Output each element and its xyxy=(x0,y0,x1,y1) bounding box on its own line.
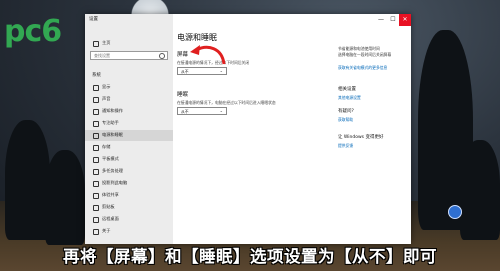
background-figure-right-2 xyxy=(460,140,500,240)
sidebar-item-display[interactable]: 显示 xyxy=(85,82,173,93)
sidebar-item-tablet[interactable]: 平板模式 xyxy=(85,154,173,165)
feedback-heading: 让 Windows 变得更好 xyxy=(338,135,384,140)
subtitle-caption: 再将【屏幕】和【睡眠】选项设置为【从不】即可 xyxy=(63,247,437,266)
sidebar-item-clipboard[interactable]: 剪贴板 xyxy=(85,202,173,213)
sidebar-item-multitask[interactable]: 多任务处理 xyxy=(85,166,173,177)
moon-icon xyxy=(93,121,99,127)
red-arrow-annotation xyxy=(190,45,226,65)
chevron-down-icon: ⌄ xyxy=(219,68,223,73)
maximize-button[interactable]: ☐ xyxy=(387,14,399,26)
screen-heading: 屏幕 xyxy=(177,52,189,58)
sidebar-item-share[interactable]: 体验共享 xyxy=(85,190,173,201)
display-icon xyxy=(93,85,99,91)
power-icon xyxy=(93,133,99,139)
cursor-indicator xyxy=(448,205,462,219)
storage-icon xyxy=(93,145,99,151)
window-title: 设置 xyxy=(89,17,98,22)
additional-power-settings-link[interactable]: 其他电源设置 xyxy=(338,95,361,101)
power-mode-link[interactable]: 获取有关省电模式的更多信息 xyxy=(338,65,387,71)
sidebar-item-project[interactable]: 投影到此电脑 xyxy=(85,178,173,189)
home-icon xyxy=(93,41,99,47)
questions-heading: 有疑问? xyxy=(338,109,354,114)
multitask-icon xyxy=(93,169,99,175)
sidebar-item-remote[interactable]: 远程桌面 xyxy=(85,214,173,225)
sleep-timeout-dropdown[interactable]: 从不 ⌄ xyxy=(177,107,227,115)
sidebar-item-home[interactable]: 主页 xyxy=(85,38,173,49)
share-icon xyxy=(93,193,99,199)
tip-text-2: 选择电脑在一段时间后关闭屏幕 xyxy=(338,52,392,57)
give-feedback-link[interactable]: 提供反馈 xyxy=(338,143,353,149)
sound-icon xyxy=(93,97,99,103)
related-settings-heading: 相关设置 xyxy=(338,87,356,92)
sleep-heading: 睡眠 xyxy=(177,92,189,98)
background-figure-left xyxy=(5,120,50,240)
sidebar-item-sound[interactable]: 声音 xyxy=(85,94,173,105)
get-help-link[interactable]: 获取帮助 xyxy=(338,117,353,123)
minimize-button[interactable]: — xyxy=(375,14,387,26)
background-figure-left-2 xyxy=(45,150,85,245)
clipboard-icon xyxy=(93,205,99,211)
pc6-logo: pc6 xyxy=(4,14,62,49)
sidebar: 设置 主页 查找设置 系统 显示 声音 通知和操作 专注助手 电源和睡眠 存储 … xyxy=(85,14,173,244)
tablet-icon xyxy=(93,157,99,163)
settings-window: 设置 主页 查找设置 系统 显示 声音 通知和操作 专注助手 电源和睡眠 存储 … xyxy=(85,14,411,244)
remote-icon xyxy=(93,217,99,223)
sleep-description: 在接通电源的情况下，电脑在经过以下时间后进入睡眠状态 xyxy=(177,100,276,105)
sidebar-section-label: 系统 xyxy=(92,73,101,78)
sidebar-item-power[interactable]: 电源和睡眠 xyxy=(85,130,173,141)
project-icon xyxy=(93,181,99,187)
info-icon xyxy=(93,229,99,235)
chevron-down-icon: ⌄ xyxy=(219,108,223,113)
sidebar-item-focus[interactable]: 专注助手 xyxy=(85,118,173,129)
sidebar-item-notifications[interactable]: 通知和操作 xyxy=(85,106,173,117)
search-input[interactable]: 查找设置 xyxy=(90,51,168,60)
close-button[interactable]: ✕ xyxy=(399,14,411,26)
window-controls: — ☐ ✕ xyxy=(375,14,411,26)
notification-icon xyxy=(93,109,99,115)
screen-timeout-dropdown[interactable]: 从不 ⌄ xyxy=(177,67,227,75)
sidebar-item-about[interactable]: 关于 xyxy=(85,226,173,237)
search-icon xyxy=(159,53,165,59)
sidebar-item-storage[interactable]: 存储 xyxy=(85,142,173,153)
